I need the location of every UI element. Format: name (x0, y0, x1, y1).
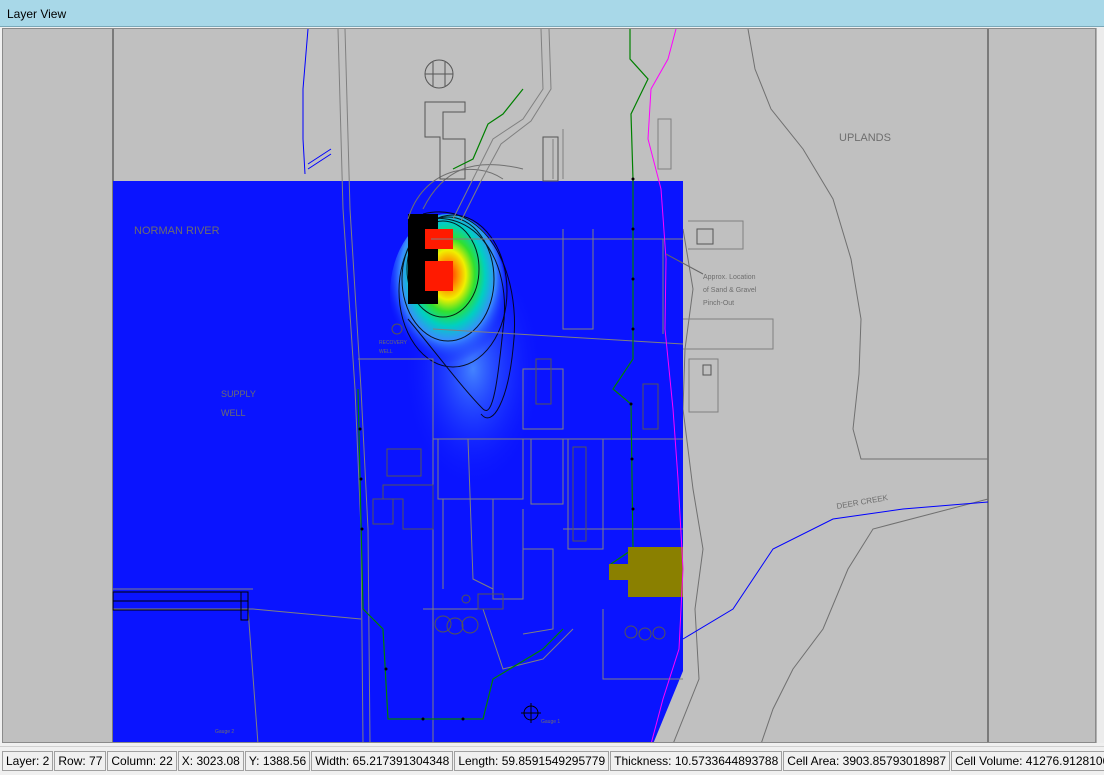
label-uplands: UPLANDS (839, 132, 891, 144)
label-gauge-2: Gauge 2 (215, 729, 234, 735)
plume-peak-lower (425, 261, 453, 291)
label-pinchout-2: of Sand & Gravel (703, 287, 757, 294)
label-pinchout-1: Approx. Location (703, 274, 756, 281)
label-gauge-1: Gauge 1 (541, 719, 560, 725)
status-bar: Layer: 2 Row: 77 Column: 22 X: 3023.08 Y: 13… (0, 746, 1104, 775)
constant-head-cells[interactable] (628, 547, 683, 597)
status-width: Width: 65.217391304348 (311, 751, 454, 771)
status-column: Column: 22 (107, 751, 177, 771)
status-x: X: 3023.08 (177, 751, 244, 771)
window-title: Layer View (0, 0, 1104, 27)
layer-map[interactable]: NORMAN RIVER UPLANDS SUPPLY WELL RECOVER… (3, 29, 1096, 743)
label-supply-well-2: WELL (221, 408, 246, 418)
vertical-scroll-strip[interactable] (1096, 28, 1104, 743)
status-layer: Layer: 2 (2, 751, 54, 771)
status-length: Length: 59.8591549295779 (454, 751, 610, 771)
label-pinchout-3: Pinch-Out (703, 300, 734, 307)
status-y: Y: 1388.56 (244, 751, 311, 771)
label-recovery-well-2: WELL (379, 349, 393, 355)
status-row: Row: 77 (54, 751, 107, 771)
label-recovery-well-1: RECOVERY (379, 340, 408, 346)
status-cell-area: Cell Area: 3903.85793018987 (783, 751, 951, 771)
label-supply-well-1: SUPPLY (221, 389, 256, 399)
constant-head-cell-small[interactable] (609, 564, 629, 580)
layer-map-viewport[interactable]: NORMAN RIVER UPLANDS SUPPLY WELL RECOVER… (2, 28, 1096, 743)
label-norman-river: NORMAN RIVER (134, 225, 220, 237)
status-cell-volume: Cell Volume: 41276.9128106496 (951, 751, 1104, 771)
status-thickness: Thickness: 10.5733644893788 (610, 751, 783, 771)
